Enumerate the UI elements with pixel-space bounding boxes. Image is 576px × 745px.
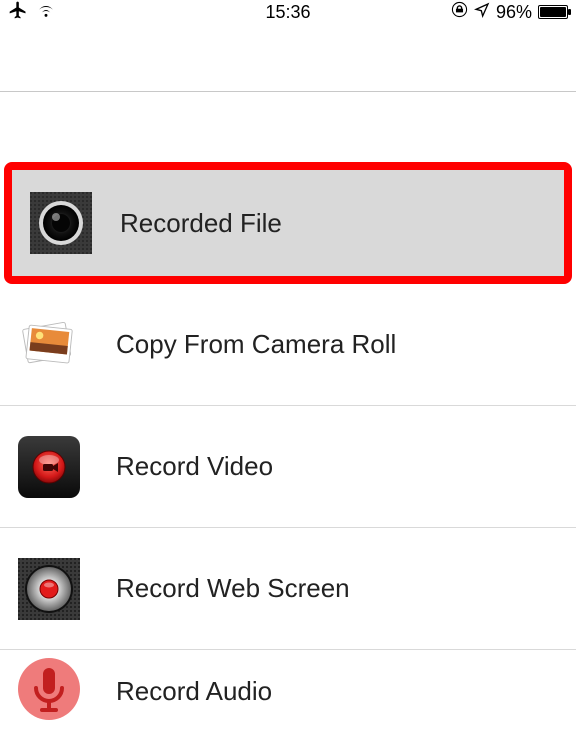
menu-item-record-audio[interactable]: Record Audio: [0, 650, 576, 720]
menu-list: Recorded File Copy From Camera Roll: [0, 162, 576, 720]
menu-item-label: Recorded File: [120, 208, 282, 239]
nav-header: [0, 24, 576, 92]
status-time: 15:36: [265, 2, 310, 23]
menu-item-record-web[interactable]: Record Web Screen: [0, 528, 576, 650]
wifi-icon: [36, 2, 56, 23]
status-bar: 15:36 96%: [0, 0, 576, 24]
camera-lens-icon: [30, 192, 92, 254]
record-video-icon: [18, 436, 80, 498]
menu-item-label: Record Video: [116, 451, 273, 482]
location-icon: [474, 2, 490, 23]
status-left: [8, 0, 56, 25]
orientation-lock-icon: [451, 1, 468, 23]
menu-item-label: Copy From Camera Roll: [116, 329, 396, 360]
microphone-icon: [18, 658, 80, 720]
menu-item-label: Record Audio: [116, 676, 272, 707]
battery-percent: 96%: [496, 2, 532, 23]
menu-item-record-video[interactable]: Record Video: [0, 406, 576, 528]
menu-item-camera-roll[interactable]: Copy From Camera Roll: [0, 284, 576, 406]
menu-item-label: Record Web Screen: [116, 573, 350, 604]
airplane-mode-icon: [8, 0, 28, 25]
battery-icon: [538, 5, 568, 19]
record-web-icon: [18, 558, 80, 620]
photo-stack-icon: [18, 314, 80, 376]
menu-item-recorded-file[interactable]: Recorded File: [4, 162, 572, 284]
status-right: 96%: [451, 1, 568, 23]
